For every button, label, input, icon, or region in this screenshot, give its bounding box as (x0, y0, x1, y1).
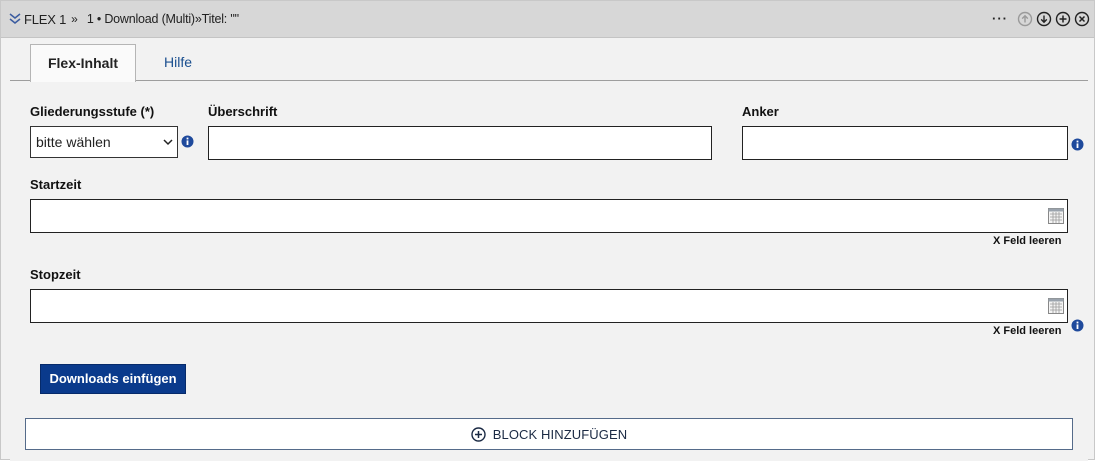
startzeit-input[interactable] (30, 199, 1068, 233)
startzeit-label: Startzeit (30, 177, 82, 192)
flex-header: FLEX 1 » 1 • Download (Multi)»Titel: "" … (1, 1, 1094, 38)
add-block-label: BLOCK HINZUFÜGEN (492, 426, 628, 442)
add-block-button[interactable]: BLOCK HINZUFÜGEN (25, 418, 1073, 450)
breadcrumb-main: FLEX 1 (24, 11, 67, 27)
close-icon[interactable] (1074, 11, 1090, 27)
startzeit-clear-link[interactable]: X Feld leeren (993, 235, 1061, 247)
flex-block: FLEX 1 » 1 • Download (Multi)»Titel: "" … (0, 0, 1095, 461)
anker-input[interactable] (742, 126, 1068, 160)
gliederungsstufe-value: bitte wählen (36, 134, 111, 150)
collapse-icon[interactable] (9, 12, 21, 26)
stopzeit-clear-link[interactable]: X Feld leeren (993, 325, 1061, 337)
info-icon[interactable] (1071, 319, 1084, 332)
chevron-down-icon (163, 139, 173, 146)
stopzeit-label: Stopzeit (30, 267, 81, 282)
gliederungsstufe-select[interactable]: bitte wählen (30, 126, 178, 158)
more-icon[interactable]: ··· (992, 11, 1008, 27)
add-icon[interactable] (1055, 11, 1071, 27)
calendar-icon[interactable] (1048, 208, 1064, 224)
tab-bar: Flex-Inhalt Hilfe (10, 44, 1088, 82)
calendar-icon[interactable] (1048, 298, 1064, 314)
tab-hilfe[interactable]: Hilfe (146, 44, 210, 81)
info-icon[interactable] (181, 135, 194, 148)
tab-flex-inhalt[interactable]: Flex-Inhalt (30, 44, 136, 82)
info-icon[interactable] (1071, 138, 1084, 151)
ueberschrift-label: Überschrift (208, 104, 278, 119)
move-down-icon[interactable] (1036, 11, 1052, 27)
stopzeit-input[interactable] (30, 289, 1068, 323)
downloads-einfuegen-button[interactable]: Downloads einfügen (40, 364, 186, 394)
header-actions: ··· (992, 11, 1090, 27)
breadcrumb-detail: 1 • Download (Multi)»Titel: "" (86, 12, 239, 26)
ueberschrift-input[interactable] (208, 126, 712, 160)
content-panel: Flex-Inhalt Hilfe Gliederungsstufe (*) Ü… (10, 44, 1088, 461)
gliederungsstufe-label: Gliederungsstufe (*) (30, 104, 155, 119)
breadcrumb-separator: » (71, 12, 78, 26)
plus-circle-icon (471, 426, 486, 442)
anker-label: Anker (742, 104, 779, 119)
move-up-icon[interactable] (1017, 11, 1033, 27)
